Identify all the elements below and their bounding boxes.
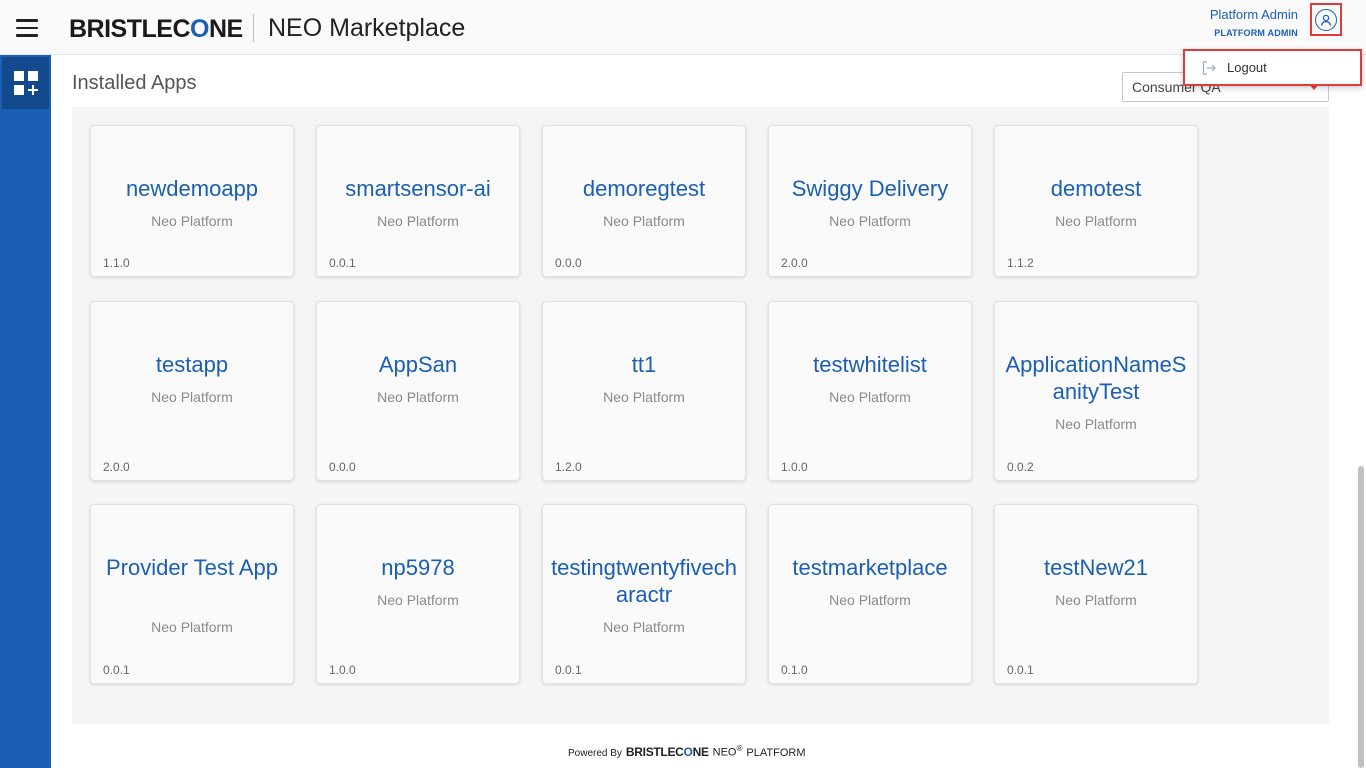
- logout-label: Logout: [1227, 60, 1267, 75]
- app-card-version: 0.0.1: [329, 256, 356, 270]
- footer: Powered By BRISTLECONE NEO® PLATFORM: [568, 744, 805, 759]
- page-title: Installed Apps: [72, 72, 197, 94]
- user-name: Platform Admin: [1209, 7, 1298, 22]
- app-card[interactable]: ApplicationNameSanityTest Neo Platform 0…: [994, 301, 1198, 481]
- logout-icon: [1202, 60, 1216, 75]
- app-card[interactable]: testapp Neo Platform 2.0.0: [90, 301, 294, 481]
- app-card-name: Provider Test App: [105, 555, 279, 580]
- header-divider: [253, 14, 254, 42]
- apps-grid: newdemoapp Neo Platform 1.1.0 smartsenso…: [72, 107, 1329, 724]
- app-card-version: 0.0.0: [555, 256, 582, 270]
- app-card-name: testwhitelist: [813, 352, 927, 377]
- app-card-version: 0.0.2: [1007, 460, 1034, 474]
- app-card-provider: Neo Platform: [377, 389, 459, 405]
- footer-brand-logo: BRISTLECONE: [625, 744, 709, 759]
- menu-hamburger-icon[interactable]: [16, 19, 38, 37]
- app-card-name: ApplicationNameSanityTest: [1005, 352, 1187, 404]
- app-card[interactable]: Swiggy Delivery Neo Platform 2.0.0: [768, 125, 972, 277]
- app-card-name: testmarketplace: [792, 555, 948, 580]
- app-card-provider: Neo Platform: [603, 389, 685, 405]
- scrollbar-thumb[interactable]: [1358, 466, 1364, 768]
- app-card-version: 0.0.0: [329, 460, 356, 474]
- bristlecone-logo: BRISTLECONE: [69, 15, 243, 43]
- app-card[interactable]: testwhitelist Neo Platform 1.0.0: [768, 301, 972, 481]
- user-profile-button[interactable]: [1310, 3, 1342, 36]
- logout-menu-item[interactable]: Logout: [1183, 49, 1362, 86]
- app-card-name: np5978: [381, 555, 455, 580]
- app-card-provider: Neo Platform: [829, 213, 911, 229]
- footer-neo: NEO®: [712, 744, 743, 759]
- app-card-provider: Neo Platform: [377, 592, 459, 608]
- app-card-provider: Neo Platform: [603, 213, 685, 229]
- left-sidebar: [0, 55, 51, 768]
- app-card-name: demoregtest: [582, 176, 706, 201]
- user-avatar-icon: [1315, 8, 1337, 31]
- app-title: NEO Marketplace: [268, 14, 466, 42]
- app-card[interactable]: Provider Test App Neo Platform 0.0.1: [90, 504, 294, 684]
- app-card-provider: Neo Platform: [151, 213, 233, 229]
- top-header: BRISTLECONE NEO Marketplace Platform Adm…: [0, 0, 1366, 55]
- app-card-provider: Neo Platform: [1055, 213, 1137, 229]
- app-card[interactable]: demotest Neo Platform 1.1.2: [994, 125, 1198, 277]
- app-card[interactable]: np5978 Neo Platform 1.0.0: [316, 504, 520, 684]
- app-card-provider: Neo Platform: [151, 389, 233, 405]
- app-card-version: 0.0.1: [555, 663, 582, 677]
- app-card-version: 1.0.0: [329, 663, 356, 677]
- app-card-version: 1.1.0: [103, 256, 130, 270]
- app-card[interactable]: newdemoapp Neo Platform 1.1.0: [90, 125, 294, 277]
- footer-powered-by: Powered By: [568, 747, 622, 759]
- app-card-provider: Neo Platform: [603, 619, 685, 635]
- app-card[interactable]: testingtwentyfivecharactr Neo Platform 0…: [542, 504, 746, 684]
- app-card-name: Swiggy Delivery: [791, 176, 949, 201]
- app-card-provider: Neo Platform: [1055, 592, 1137, 608]
- app-card-version: 1.2.0: [555, 460, 582, 474]
- app-card-name: tt1: [631, 352, 657, 377]
- app-card-version: 2.0.0: [781, 256, 808, 270]
- sidebar-item-apps[interactable]: [2, 57, 49, 109]
- app-card-name: testNew21: [1044, 555, 1148, 580]
- app-card[interactable]: tt1 Neo Platform 1.2.0: [542, 301, 746, 481]
- app-card[interactable]: testmarketplace Neo Platform 0.1.0: [768, 504, 972, 684]
- user-role: PLATFORM ADMIN: [1214, 28, 1298, 38]
- app-card[interactable]: AppSan Neo Platform 0.0.0: [316, 301, 520, 481]
- app-card-provider: Neo Platform: [829, 389, 911, 405]
- app-card-name: testapp: [155, 352, 229, 377]
- apps-grid-add-icon: [13, 71, 38, 95]
- app-card-version: 0.0.1: [1007, 663, 1034, 677]
- app-card-provider: Neo Platform: [1055, 416, 1137, 432]
- app-card-version: 1.0.0: [781, 460, 808, 474]
- app-card-provider: Neo Platform: [829, 592, 911, 608]
- app-card-provider: Neo Platform: [151, 619, 233, 635]
- app-card-version: 1.1.2: [1007, 256, 1034, 270]
- app-card-version: 2.0.0: [103, 460, 130, 474]
- app-card-version: 0.1.0: [781, 663, 808, 677]
- app-card-version: 0.0.1: [103, 663, 130, 677]
- app-card-name: smartsensor-ai: [345, 176, 491, 201]
- app-card-name: newdemoapp: [125, 176, 259, 201]
- app-card-name: demotest: [1050, 176, 1142, 201]
- app-card-name: AppSan: [378, 352, 458, 377]
- app-card-name: testingtwentyfivecharactr: [551, 555, 737, 607]
- app-card[interactable]: testNew21 Neo Platform 0.0.1: [994, 504, 1198, 684]
- app-card-provider: Neo Platform: [377, 213, 459, 229]
- app-card[interactable]: demoregtest Neo Platform 0.0.0: [542, 125, 746, 277]
- app-card[interactable]: smartsensor-ai Neo Platform 0.0.1: [316, 125, 520, 277]
- footer-platform: PLATFORM: [746, 746, 806, 759]
